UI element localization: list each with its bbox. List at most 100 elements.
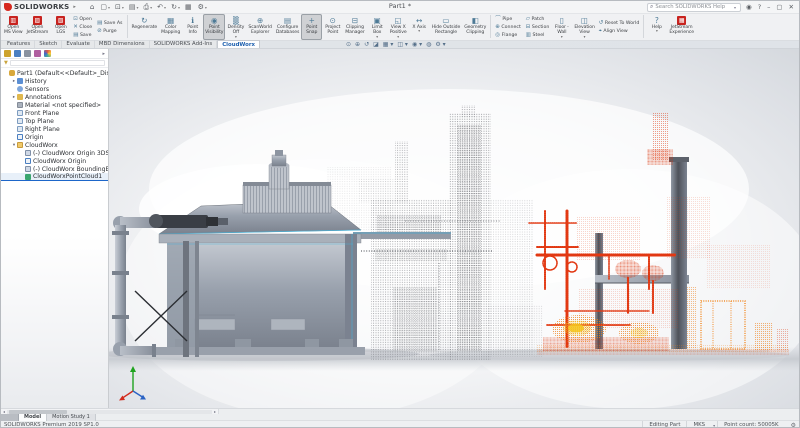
ribbon-button[interactable]: ▣ Limit Box ▾ [367, 14, 388, 40]
ribbon-small-button[interactable]: ⊘Purge [95, 28, 124, 35]
quick-access-button[interactable]: ↻▾ [171, 3, 180, 12]
featuremanager-tree-tab[interactable] [4, 50, 11, 57]
window-control-button[interactable]: ✕ [789, 3, 794, 12]
tree-filter-input[interactable] [10, 60, 105, 66]
ribbon-small-button[interactable]: ▤Save As [95, 20, 124, 27]
quick-access-button[interactable]: ▦ [185, 3, 193, 12]
commandmanager-tab[interactable]: CloudWorx [217, 40, 260, 48]
tree-item[interactable]: Origin [1, 133, 108, 141]
ribbon-small-button[interactable]: ▥Steel [524, 32, 552, 39]
tree-item[interactable]: ▸ Annotations [1, 93, 108, 101]
document-tab[interactable]: Motion Study 1 [47, 414, 96, 421]
commandmanager-tab[interactable]: MBD Dimensions [95, 40, 150, 48]
tab-splitter-handle[interactable] [1, 414, 19, 421]
horizontal-scrollbar[interactable]: ◂ ▸ [1, 409, 219, 414]
filter-funnel-icon[interactable]: ▼ [4, 60, 8, 66]
scroll-right-arrow-icon[interactable]: ▸ [212, 409, 218, 414]
tree-item[interactable]: Material <not specified> [1, 101, 108, 109]
ribbon-button[interactable]: ▤ Configure Databases [274, 14, 301, 40]
help-button[interactable]: ? Help ▾ [646, 14, 667, 40]
ribbon-small-button[interactable]: ▱Patch [524, 16, 552, 23]
ribbon-button[interactable]: ▭ Hide Outside Rectangle [430, 14, 462, 40]
ribbon-button[interactable]: ▦ JetStream Experience [667, 14, 696, 40]
configurationmanager-tab[interactable] [24, 50, 31, 57]
window-control-button[interactable]: ? [758, 3, 761, 12]
ribbon-button[interactable]: ↻ Regenerate [130, 14, 160, 40]
ribbon-small-button[interactable]: ✕Close [71, 24, 94, 31]
ribbon-small-button[interactable]: ⊟Section [524, 24, 552, 31]
ribbon-small-button[interactable]: ⊡Open [71, 16, 94, 23]
headsup-icon[interactable]: ⚙ ▾ [435, 41, 445, 49]
headsup-icon[interactable]: ⊕ [355, 41, 360, 49]
ribbon-button[interactable]: ▒ Density Off ▾ [225, 14, 246, 40]
ribbon-button[interactable]: ⊕ ScanWorld Explorer [246, 14, 273, 40]
scrollbar-track[interactable] [7, 410, 212, 414]
headsup-icon[interactable]: ↺ [364, 41, 369, 49]
quick-access-button[interactable]: ⚙▾ [198, 3, 207, 12]
commandmanager-tab[interactable]: Features [3, 40, 35, 48]
propertymanager-tab[interactable] [14, 50, 21, 57]
ribbon-button[interactable]: ▯ Floor - Wall ▾ [551, 14, 572, 40]
search-box[interactable]: ⌕ Search SOLIDWORKS Help ▾ [647, 3, 741, 12]
ribbon-button[interactable]: ↔ X Axis ▾ [409, 14, 430, 40]
ribbon-small-button[interactable]: ▤Save [71, 32, 94, 39]
status-units-dropdown[interactable]: MKS [686, 421, 711, 428]
quick-access-button[interactable]: ⊡▾ [115, 3, 124, 12]
ribbon-button[interactable]: ▥ Open MS View [2, 14, 25, 40]
scrollbar-thumb[interactable] [9, 410, 67, 414]
ribbon-button[interactable]: ⊟ Clipping Manager [343, 14, 366, 40]
quick-access-button[interactable]: ▤▾ [129, 3, 139, 12]
displaymanager-tab[interactable] [44, 50, 51, 57]
ribbon-button[interactable]: ℹ Point Info [182, 14, 203, 40]
panel-expand-chevron-icon[interactable]: ▸ [102, 51, 105, 57]
ribbon-button[interactable]: ⊙ Project Point [322, 14, 343, 40]
ribbon-button[interactable]: ◉ Point Visibility [203, 14, 225, 40]
window-control-button[interactable]: ▢ [776, 3, 782, 12]
quick-access-button[interactable]: ⌂ [90, 3, 95, 12]
window-control-button[interactable]: – [767, 3, 770, 12]
headsup-icon[interactable]: ◪ [373, 41, 379, 49]
commandmanager-tab[interactable]: Sketch [35, 40, 62, 48]
dimxpertmanager-tab[interactable] [34, 50, 41, 57]
ribbon-button[interactable]: ◧ Geometry Clipping [462, 14, 488, 40]
headsup-icon[interactable]: ◉ ▾ [412, 41, 422, 49]
ribbon-button[interactable]: ◱ View X Positive ▾ [388, 14, 409, 40]
quick-access-button[interactable]: ↶▾ [157, 3, 166, 12]
commandmanager-tab[interactable]: Evaluate [62, 40, 95, 48]
ribbon-small-button[interactable]: ⌒Pipe [493, 16, 523, 23]
tree-item[interactable]: Right Plane [1, 125, 108, 133]
tree-item[interactable]: (-) CloudWorx BoundingBox [1, 165, 108, 173]
ribbon-button[interactable]: ▨ Open JetStream [25, 14, 51, 40]
ribbon-small-button[interactable]: ⌖Align View [597, 28, 642, 35]
tree-item[interactable]: CloudWorxPointCloud1 [1, 173, 108, 181]
window-control-button[interactable]: ◉ [746, 3, 752, 12]
headsup-icon[interactable]: ⊙ [346, 41, 351, 49]
headsup-icon[interactable]: ◍ [426, 41, 431, 49]
units-caret-icon[interactable]: ▾ [713, 423, 715, 428]
headsup-icon[interactable]: ▦ ▾ [383, 41, 394, 49]
tree-item[interactable]: Front Plane [1, 109, 108, 117]
tree-item[interactable]: ▾ CloudWorx [1, 141, 108, 149]
tree-item[interactable]: Part1 (Default<<Default>_Display Sta [1, 69, 108, 77]
headsup-icon[interactable]: ◫ ▾ [397, 41, 408, 49]
tree-item[interactable]: (-) CloudWorx Origin 3DSket [1, 149, 108, 157]
ribbon-button[interactable]: ◫ Elevation View ▾ [572, 14, 596, 40]
quick-access-button[interactable]: ▢▾ [100, 3, 110, 12]
document-tab[interactable]: Model [19, 414, 47, 421]
ribbon-small-button[interactable]: ↺Reset To World [597, 20, 642, 27]
search-caret-icon[interactable]: ▾ [734, 5, 736, 10]
commandmanager-tab[interactable]: SOLIDWORKS Add-Ins [150, 40, 218, 48]
tree-item[interactable]: ▸ History [1, 77, 108, 85]
quick-access-button[interactable]: ⎙▾ [144, 3, 153, 12]
tree-item[interactable]: CloudWorx Origin [1, 157, 108, 165]
graphics-viewport[interactable] [109, 49, 799, 408]
ribbon-small-button[interactable]: ⊕Connect [493, 24, 523, 31]
ribbon-button[interactable]: ▦ Color Mapping [159, 14, 182, 40]
ribbon-button[interactable]: ▧ Open LGS [50, 14, 71, 40]
ribbon-small-button[interactable]: ◎Flange [493, 32, 523, 39]
ribbon-button[interactable]: + Point Snap [301, 14, 322, 40]
status-gear-icon[interactable]: ⚙ [791, 422, 796, 428]
brand-chevron-icon[interactable]: ▸ [73, 4, 76, 10]
tree-item[interactable]: Sensors [1, 85, 108, 93]
tree-item[interactable]: Top Plane [1, 117, 108, 125]
